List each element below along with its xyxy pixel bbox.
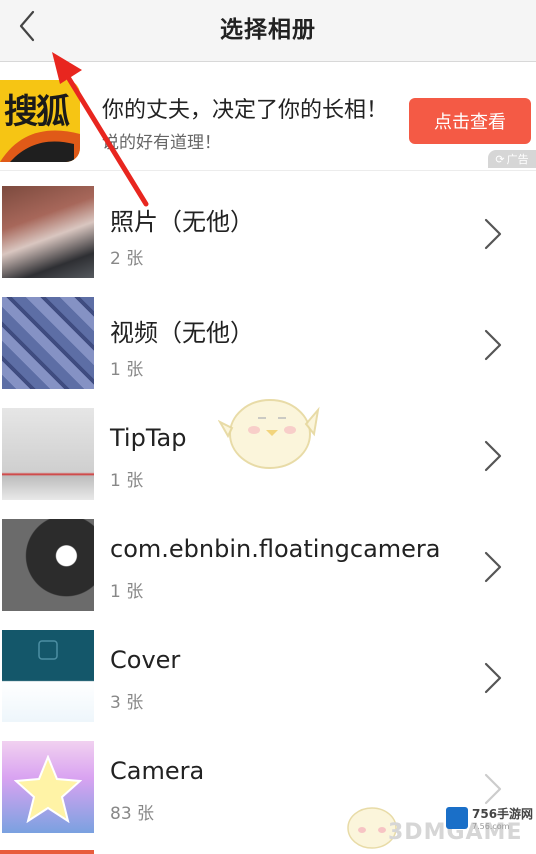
camera-icon [38, 640, 58, 660]
album-name: TipTap [110, 424, 187, 452]
badge-title: 756手游网 [472, 807, 534, 821]
ad-banner[interactable]: 搜狐 你的丈夫，决定了你的长相！ 说的好有道理！ 点击查看 ⟳ 广告 [0, 62, 536, 170]
fox-tail-icon [0, 130, 80, 162]
756-badge: 756手游网 7.56.com [446, 806, 536, 831]
divider [0, 170, 536, 171]
ad-subtitle: 说的好有道理！ [102, 133, 221, 153]
album-count: 3 张 [110, 693, 144, 713]
album-row[interactable]: Cover 3 张 [0, 616, 536, 727]
album-name: 视频（无他） [110, 319, 254, 347]
album-name: Camera [110, 757, 205, 785]
ad-cta-button[interactable]: 点击查看 [409, 98, 531, 144]
album-thumbnail [2, 297, 94, 389]
album-name: Cover [110, 646, 181, 674]
ad-tag: ⟳ 广告 [488, 150, 536, 168]
album-row[interactable]: 视频（无他） 1 张 [0, 283, 536, 394]
album-row[interactable]: com.ebnbin.floatingcamera 1 张 [0, 505, 536, 616]
chevron-right-icon [484, 218, 502, 250]
album-thumbnail [2, 630, 94, 722]
album-count: 1 张 [110, 360, 144, 380]
sohu-logo: 搜狐 [0, 80, 80, 162]
chevron-right-icon [484, 329, 502, 361]
top-bar: 选择相册 [0, 0, 536, 62]
chevron-right-icon [484, 662, 502, 694]
ad-tag-label: 广告 [506, 153, 529, 166]
album-row[interactable]: 照片（无他） 2 张 [0, 172, 536, 283]
chick-mascot-watermark [218, 399, 320, 469]
chevron-right-icon [484, 440, 502, 472]
star-icon [14, 755, 82, 823]
badge-subtitle: 7.56.com [472, 822, 510, 831]
chevron-right-icon [484, 773, 502, 805]
album-name: 照片（无他） [110, 208, 254, 236]
756-logo-icon [446, 807, 468, 829]
album-count: 1 张 [110, 471, 144, 491]
album-thumbnail [2, 186, 94, 278]
page-title: 选择相册 [220, 17, 316, 43]
album-thumbnail [2, 741, 94, 833]
album-thumbnail [2, 408, 94, 500]
album-count: 2 张 [110, 249, 144, 269]
next-thumbnail-edge [0, 850, 94, 854]
album-count: 1 张 [110, 582, 144, 602]
album-name: com.ebnbin.floatingcamera [110, 535, 441, 563]
chevron-right-icon [484, 551, 502, 583]
album-count: 83 张 [110, 804, 155, 824]
refresh-icon: ⟳ [495, 152, 505, 166]
album-thumbnail [2, 519, 94, 611]
ad-headline: 你的丈夫，决定了你的长相！ [102, 98, 389, 123]
